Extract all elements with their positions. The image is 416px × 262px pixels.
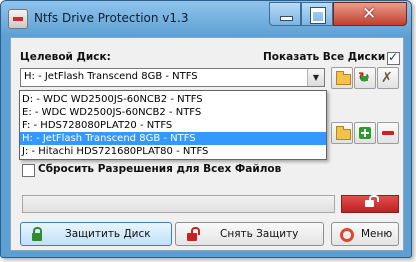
disk-option[interactable]: E: - WDC WD2500JS-60NCB2 - NTFS (20, 106, 326, 119)
target-disk-select[interactable]: H: - JetFlash Transcend 8GB - NTFS ▼ (20, 68, 325, 87)
open-folder-button[interactable] (331, 67, 353, 89)
window-title: Ntfs Drive Protection v1.3 (34, 11, 189, 25)
minimize-icon (280, 16, 293, 21)
target-disk-value: H: - JetFlash Transcend 8GB - NTFS (24, 71, 198, 82)
unprotect-disk-button[interactable]: Снять Защиту (175, 222, 324, 246)
remove-button[interactable] (377, 122, 399, 144)
menu-button[interactable]: Меню (331, 222, 399, 246)
target-disk-label: Целевой Диск: (20, 51, 111, 63)
show-all-disks-label: Показать Все Диски (263, 51, 386, 63)
menu-label: Меню (361, 228, 393, 240)
disk-option[interactable]: F: - HDS728080PLAT20 - NTFS (20, 119, 326, 132)
progress-bar (22, 195, 335, 213)
unlock-icon (185, 227, 200, 241)
lifebuoy-icon (339, 227, 354, 242)
minimize-button[interactable] (269, 2, 301, 26)
tools-button[interactable]: ✗ (377, 67, 399, 89)
protect-disk-label: Защитить Диск (65, 228, 151, 240)
close-icon: ✕ (362, 4, 377, 24)
chevron-down-icon[interactable]: ▼ (307, 69, 324, 86)
add-button[interactable] (354, 122, 376, 144)
folder-icon (336, 126, 351, 140)
unprotect-disk-label: Снять Защиту (220, 228, 299, 240)
show-all-disks-checkbox[interactable] (387, 50, 400, 65)
lock-icon (30, 227, 44, 241)
disk-option[interactable]: D: - WDC WD2500JS-60NCB2 - NTFS (20, 93, 326, 106)
unlock-button[interactable] (341, 195, 399, 213)
app-disk-icon (8, 9, 28, 29)
refresh-button[interactable]: ↻ (354, 67, 376, 89)
title-bar[interactable]: Ntfs Drive Protection v1.3 ✕ (1, 1, 411, 37)
reset-permissions-checkbox[interactable] (22, 164, 35, 177)
sync-icon: ↻ (358, 70, 370, 86)
tools-icon: ✗ (381, 70, 393, 86)
browse-folder-button[interactable] (331, 122, 353, 144)
disk-option[interactable]: J: - Hitachi HDS721680PLAT80 - NTFS (20, 145, 326, 158)
reset-permissions-label: Сбросить Разрешения для Всех Файлов (38, 163, 282, 175)
maximize-button[interactable] (301, 2, 333, 26)
maximize-icon (310, 7, 326, 24)
plus-icon (359, 127, 371, 139)
disk-option[interactable]: H: - JetFlash Transcend 8GB - NTFS (20, 132, 326, 145)
protect-disk-button[interactable]: Защитить Диск (20, 222, 172, 246)
unlock-icon (365, 195, 379, 207)
folder-icon (336, 71, 351, 85)
disk-dropdown-list: D: - WDC WD2500JS-60NCB2 - NTFS E: - WDC … (19, 90, 327, 160)
app-window: Ntfs Drive Protection v1.3 ✕ Целевой Дис… (0, 0, 412, 258)
minus-icon (382, 131, 394, 135)
close-button[interactable]: ✕ (333, 2, 407, 26)
